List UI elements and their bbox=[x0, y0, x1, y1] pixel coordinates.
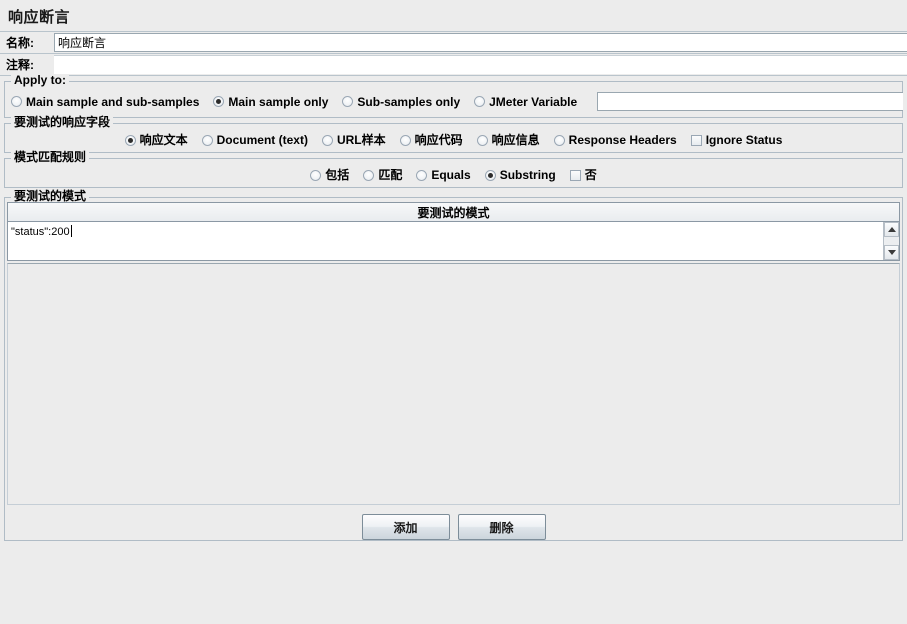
pattern-matching-rules-options: 包括 匹配 Equals Substring 否 bbox=[5, 159, 902, 187]
pattern-cell-value: "status":200 bbox=[11, 226, 70, 238]
radio-label: Document (text) bbox=[216, 133, 308, 147]
radio-label: Equals bbox=[431, 168, 471, 182]
radio-response-message[interactable]: 响应信息 bbox=[476, 133, 540, 147]
radio-selected-icon bbox=[484, 169, 496, 181]
radio-label: 响应代码 bbox=[414, 133, 463, 147]
response-field-group-title: 要测试的响应字段 bbox=[11, 116, 114, 128]
checkbox-not[interactable]: 否 bbox=[569, 168, 597, 182]
radio-icon bbox=[342, 96, 354, 107]
radio-label: JMeter Variable bbox=[489, 94, 578, 109]
radio-label: Main sample and sub-samples bbox=[26, 94, 200, 109]
radio-selected-icon bbox=[124, 134, 136, 146]
radio-label: Main sample only bbox=[228, 94, 329, 109]
radio-label: Sub-samples only bbox=[357, 94, 461, 109]
pattern-matching-rules-title: 模式匹配规则 bbox=[11, 151, 90, 163]
radio-icon bbox=[399, 134, 411, 146]
radio-icon bbox=[321, 134, 333, 146]
radio-main-sample-only[interactable]: Main sample only bbox=[213, 96, 328, 108]
radio-label: 匹配 bbox=[378, 168, 403, 182]
radio-url-sample[interactable]: URL样本 bbox=[321, 133, 386, 147]
checkbox-label: 否 bbox=[584, 168, 597, 182]
apply-to-group: Apply to: Main sample and sub-samples Ma… bbox=[4, 74, 903, 118]
triangle-up-icon bbox=[887, 227, 896, 232]
pattern-matching-rules-group: 模式匹配规则 包括 匹配 Equals Substring 否 bbox=[4, 151, 903, 188]
add-button[interactable]: 添加 bbox=[361, 514, 450, 540]
apply-to-group-title: Apply to: bbox=[11, 74, 69, 86]
radio-equals[interactable]: Equals bbox=[416, 168, 471, 182]
radio-response-code[interactable]: 响应代码 bbox=[399, 133, 463, 147]
radio-main-sample-and-sub-samples[interactable]: Main sample and sub-samples bbox=[11, 96, 199, 108]
comment-row: 注释: bbox=[0, 54, 907, 76]
patterns-table-scrollbar[interactable] bbox=[883, 222, 899, 260]
apply-to-options: Main sample and sub-samples Main sample … bbox=[5, 82, 903, 117]
radio-icon bbox=[310, 169, 322, 181]
radio-icon bbox=[363, 169, 375, 181]
pattern-cell-input[interactable]: "status":200 bbox=[8, 222, 883, 260]
delete-button[interactable]: 删除 bbox=[457, 514, 546, 540]
table-row[interactable]: "status":200 bbox=[8, 222, 899, 260]
radio-label: Response Headers bbox=[568, 133, 677, 147]
text-caret bbox=[70, 225, 72, 237]
radio-icon bbox=[476, 134, 488, 146]
radio-response-headers[interactable]: Response Headers bbox=[553, 133, 677, 147]
checkbox-label: Ignore Status bbox=[705, 133, 783, 147]
scroll-up-button[interactable] bbox=[884, 222, 899, 237]
radio-label: URL样本 bbox=[336, 133, 386, 147]
radio-response-text[interactable]: 响应文本 bbox=[124, 133, 188, 147]
patterns-to-test-title: 要测试的模式 bbox=[11, 190, 90, 202]
patterns-table: 要测试的模式 "status":200 bbox=[7, 202, 900, 261]
patterns-to-test-group: 要测试的模式 要测试的模式 "status":200 添加 删除 bbox=[4, 190, 903, 541]
radio-label: 响应文本 bbox=[139, 133, 188, 147]
scrollbar-track[interactable] bbox=[884, 237, 899, 245]
radio-icon bbox=[474, 96, 486, 107]
name-input[interactable]: 响应断言 bbox=[54, 33, 907, 52]
scroll-down-button[interactable] bbox=[884, 245, 899, 260]
name-label: 名称: bbox=[0, 32, 54, 53]
radio-sub-samples-only[interactable]: Sub-samples only bbox=[342, 96, 460, 108]
radio-label: 响应信息 bbox=[491, 133, 540, 147]
radio-icon bbox=[201, 134, 213, 146]
radio-icon bbox=[416, 169, 428, 181]
checkbox-icon bbox=[690, 134, 702, 146]
patterns-button-bar: 添加 删除 bbox=[5, 507, 902, 540]
checkbox-ignore-status[interactable]: Ignore Status bbox=[690, 133, 783, 147]
radio-icon bbox=[553, 134, 565, 146]
name-row: 名称: 响应断言 bbox=[0, 31, 907, 54]
page-title: 响应断言 bbox=[8, 9, 71, 26]
radio-label: 包括 bbox=[325, 168, 350, 182]
radio-icon bbox=[11, 96, 22, 107]
radio-document-text[interactable]: Document (text) bbox=[201, 133, 308, 147]
radio-selected-icon bbox=[213, 96, 225, 107]
jmeter-variable-input[interactable] bbox=[597, 92, 903, 111]
comment-label: 注释: bbox=[0, 54, 54, 75]
patterns-empty-area bbox=[7, 263, 900, 505]
patterns-table-column-header: 要测试的模式 bbox=[8, 203, 899, 222]
radio-matches[interactable]: 匹配 bbox=[363, 169, 402, 181]
triangle-down-icon bbox=[887, 250, 896, 255]
response-field-group: 要测试的响应字段 响应文本 Document (text) URL样本 响应代码… bbox=[4, 116, 903, 153]
radio-substring[interactable]: Substring bbox=[484, 168, 556, 182]
comment-input[interactable] bbox=[54, 55, 907, 74]
checkbox-icon bbox=[569, 169, 581, 181]
radio-jmeter-variable[interactable]: JMeter Variable bbox=[474, 96, 577, 108]
radio-label: Substring bbox=[499, 168, 556, 182]
radio-contains[interactable]: 包括 bbox=[310, 169, 349, 181]
response-field-options: 响应文本 Document (text) URL样本 响应代码 响应信息 Res… bbox=[5, 124, 902, 152]
